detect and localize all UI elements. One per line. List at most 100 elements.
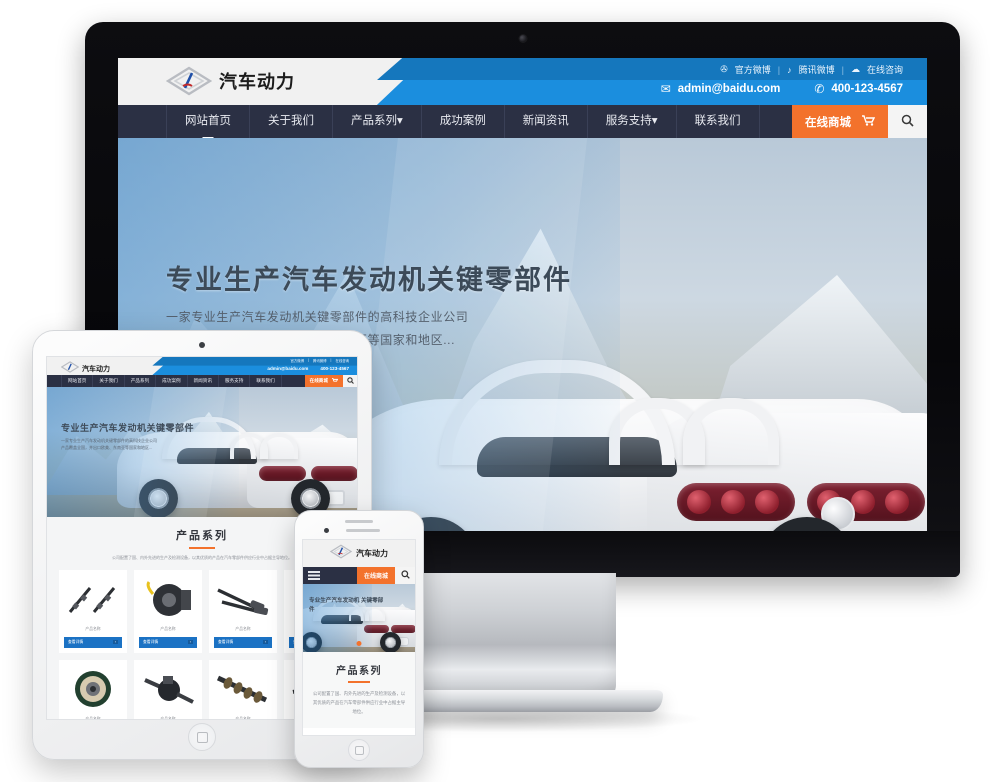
nav-label: 服务支持 [605, 115, 652, 127]
product-card[interactable]: 产品名称 查看详情› [209, 569, 277, 653]
products-section-title: 产品系列 [336, 666, 382, 677]
contact-email[interactable]: ✉ admin@baidu.com [661, 82, 781, 96]
main-navigation: 网站首页 关于我们 产品系列▾ 成功案例 新闻资讯 服务支持▾ 联系我们 在线商… [118, 105, 927, 138]
carousel-dot[interactable] [356, 641, 362, 646]
view-detail-button[interactable]: 查看详情 › [64, 636, 122, 648]
contact-email-value: admin@baidu.com [677, 83, 781, 95]
nav-item-support[interactable]: 服务支持 [219, 375, 251, 387]
chevron-right-icon: › [187, 640, 193, 645]
nav-item-products[interactable]: 产品系列 [125, 375, 157, 387]
product-card[interactable]: 产品名称 查看详情› [59, 659, 127, 720]
separator: | [841, 64, 844, 75]
product-name: 产品名称 [85, 716, 101, 720]
view-detail-label: 查看详情 [68, 639, 84, 644]
contact-phone[interactable]: ✆ 400-123-4567 [814, 82, 903, 96]
product-name: 产品名称 [160, 716, 176, 720]
tablet-site-logo[interactable]: 汽车动力 [60, 360, 110, 375]
site-logo-text: 汽车动力 [219, 72, 295, 92]
online-shop-button[interactable]: 在线商城 [304, 375, 343, 387]
social-link-tencent[interactable]: 腾讯微博 [799, 63, 835, 76]
hero-subtitle-line2: 产品覆盖全国，并出口欧美、东南亚等国家和地区... [61, 445, 153, 451]
view-detail-button[interactable]: 查看详情 › [214, 636, 272, 648]
car-tail-light [677, 483, 795, 521]
home-button[interactable] [348, 739, 370, 761]
chevron-right-icon: › [112, 640, 118, 645]
phone-site-header: 汽车动力 [303, 540, 415, 567]
weibo-icon: ✇ [720, 64, 728, 74]
nav-item-about[interactable]: 关于我们 [250, 105, 333, 138]
nav-item-cases[interactable]: 成功案例 [156, 375, 188, 387]
view-detail-button[interactable]: 查看详情 › [139, 636, 197, 648]
nav-label: 产品系列 [351, 115, 397, 127]
nav-item-products[interactable]: 产品系列▾ [333, 105, 422, 138]
nav-item-contact[interactable]: 联系我们 [677, 105, 760, 138]
phone-products-section: 产品系列 公司配置了国、内外先进的生产及检测设备，以其优质的产品在汽车零部件供应… [303, 652, 415, 729]
nav-item-cases[interactable]: 成功案例 [422, 105, 505, 138]
cart-icon [862, 114, 876, 129]
nav-label: 成功案例 [439, 115, 486, 127]
smartphone-device: 汽车动力 在线商城 专业生产汽车发动机 关键零部件 产品系列 公司配置了国、内外… [294, 510, 424, 768]
chat-icon: ☁ [850, 64, 860, 74]
online-shop-button[interactable]: 在线商城 [792, 105, 888, 138]
home-button[interactable] [188, 723, 216, 751]
contact-phone-value: 400-123-4567 [831, 83, 903, 95]
chevron-down-icon: ▾ [651, 115, 658, 127]
header-contact: ✉ admin@baidu.com ✆ 400-123-4567 [661, 82, 903, 96]
contact-phone-value[interactable]: 400-123-4567 [320, 366, 349, 371]
phone-earpiece [346, 529, 380, 532]
hamburger-icon[interactable] [303, 567, 325, 584]
hero-blue-overlay [303, 584, 373, 652]
products-section-subtitle: 公司配置了国、内外先进的生产及检测设备，以其优质的产品在汽车零部件供应行业中占据… [312, 691, 406, 714]
online-shop-button[interactable]: 在线商城 [356, 567, 395, 584]
product-card[interactable]: 产品名称 查看详情› [134, 569, 202, 653]
nav-label: 关于我们 [268, 115, 314, 127]
tablet-navigation: 网站首页 关于我们 产品系列 成功案例 新闻资讯 服务支持 联系我们 在线商城 [47, 375, 357, 387]
hero-subtitle-line1: 一家专业生产汽车发动机关键零部件的高科技企业公司 [166, 310, 469, 324]
tencent-weibo-icon: ♪ [787, 64, 792, 75]
phone-screen: 汽车动力 在线商城 专业生产汽车发动机 关键零部件 产品系列 公司配置了国、内外… [302, 539, 416, 736]
social-link-consult[interactable]: 在线咨询 [335, 358, 349, 363]
section-underline [189, 547, 215, 549]
front-camera-icon [199, 342, 205, 348]
search-button[interactable] [395, 567, 415, 584]
social-link-weibo[interactable]: 官方微博 [291, 358, 305, 363]
tensioner-pulley-icon [64, 664, 122, 713]
chevron-down-icon: ▾ [397, 115, 403, 127]
tablet-header-contact: admin@baidu.com 400-123-4567 [267, 366, 349, 371]
product-card[interactable]: 产品名称 查看详情› [134, 659, 202, 720]
diamond-logo-icon [329, 544, 353, 564]
social-link-weibo[interactable]: 官方微博 [735, 63, 771, 76]
product-card[interactable]: 产品名称 查看详情› [59, 569, 127, 653]
nav-item-support[interactable]: 服务支持▾ [588, 105, 677, 138]
phone-hero-title: 专业生产汽车发动机 关键零部件 [309, 598, 384, 613]
phone-speaker-grill [345, 520, 373, 523]
site-logo[interactable]: 汽车动力 [165, 66, 295, 96]
nav-item-home[interactable]: 网站首页 [61, 375, 94, 387]
nav-item-about[interactable]: 关于我们 [93, 375, 125, 387]
separator: | [330, 358, 332, 362]
nav-item-contact[interactable]: 联系我们 [250, 375, 282, 387]
product-card[interactable]: 产品名称 查看详情› [209, 659, 277, 719]
diamond-logo-icon [165, 66, 213, 96]
hero-subtitle-line1: 一家专业生产汽车发动机关键零部件的高科技企业公司 [61, 438, 157, 443]
contact-email-value[interactable]: admin@baidu.com [267, 366, 308, 371]
nav-item-news[interactable]: 新闻资讯 [505, 105, 588, 138]
phone-logo-text: 汽车动力 [356, 549, 388, 558]
search-button[interactable] [888, 105, 927, 138]
social-link-consult[interactable]: 在线咨询 [867, 63, 903, 76]
scene: 汽车动力 ✇ 官方微博 | ♪ 腾讯微博 | ☁ 在线咨询 ✉ admin@ba… [0, 0, 1000, 782]
nav-item-news[interactable]: 新闻资讯 [188, 375, 219, 387]
view-detail-label: 查看详情 [218, 639, 234, 644]
separator: | [308, 358, 309, 362]
diamond-logo-icon [60, 360, 80, 375]
tablet-nav-items: 网站首页 关于我们 产品系列 成功案例 新闻资讯 服务支持 联系我们 [61, 375, 282, 387]
nav-item-home[interactable]: 网站首页 [166, 105, 250, 138]
shop-button-label: 在线商城 [805, 116, 851, 129]
search-icon [400, 570, 410, 581]
nav-label: 网站首页 [185, 115, 231, 127]
search-button[interactable] [343, 375, 357, 387]
social-link-tencent[interactable]: 腾讯微博 [313, 358, 327, 363]
tablet-hero-text: 专业生产汽车发动机关键零部件 一家专业生产汽车发动机关键零部件的高科技企业公司 … [61, 421, 251, 451]
envelope-icon: ✉ [660, 82, 671, 96]
